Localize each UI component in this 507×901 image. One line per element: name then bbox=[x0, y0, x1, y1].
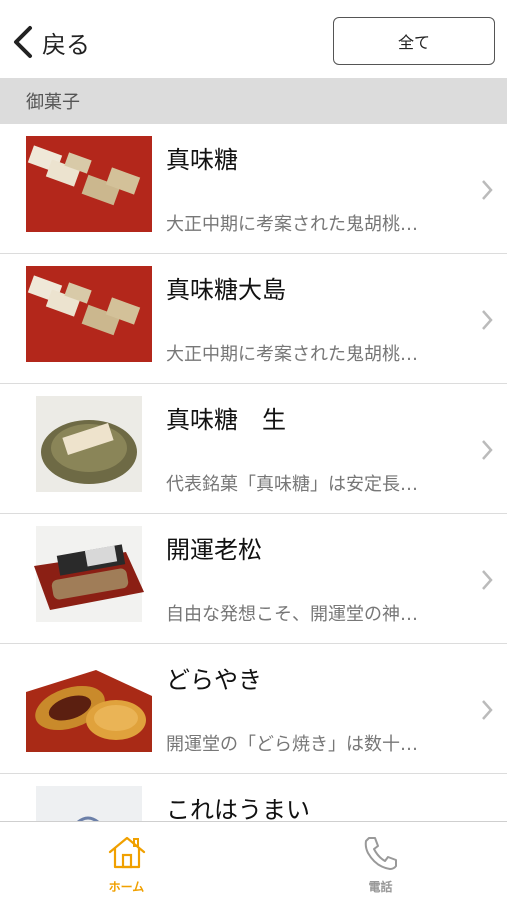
tab-phone-label: 電話 bbox=[368, 880, 393, 894]
section-header: 御菓子 bbox=[0, 78, 507, 124]
list-item[interactable]: 真味糖 生 代表銘菓「真味糖」は安定長… bbox=[0, 384, 507, 514]
chevron-right-icon bbox=[482, 700, 493, 720]
header-bar: 戻る 全て bbox=[0, 0, 507, 78]
chevron-right-icon bbox=[482, 180, 493, 200]
product-image bbox=[26, 136, 152, 232]
back-label: 戻る bbox=[42, 30, 90, 59]
list-item[interactable]: どらやき 開運堂の「どら焼き」は数十… bbox=[0, 644, 507, 774]
chevron-right-icon bbox=[482, 570, 493, 590]
item-title: 真味糖大島 bbox=[166, 276, 286, 304]
item-title: 真味糖 生 bbox=[166, 406, 286, 434]
item-description: 開運堂の「どら焼き」は数十… bbox=[166, 734, 418, 755]
section-title: 御菓子 bbox=[26, 92, 80, 113]
list-item[interactable]: 真味糖大島 大正中期に考案された鬼胡桃… bbox=[0, 254, 507, 384]
list-item[interactable]: 真味糖 大正中期に考案された鬼胡桃… bbox=[0, 124, 507, 254]
tab-bar: ホーム 電話 bbox=[0, 821, 507, 900]
product-image bbox=[26, 786, 152, 821]
home-icon bbox=[108, 836, 145, 869]
product-image bbox=[26, 396, 152, 492]
chevron-right-icon bbox=[482, 440, 493, 460]
item-description: 大正中期に考案された鬼胡桃… bbox=[166, 214, 418, 235]
list-item[interactable]: 開運老松 自由な発想こそ、開運堂の神… bbox=[0, 514, 507, 644]
tab-home-label: ホーム bbox=[108, 880, 145, 894]
item-title: これはうまい bbox=[166, 796, 310, 821]
product-image bbox=[26, 526, 152, 622]
product-image bbox=[26, 656, 152, 752]
chevron-left-icon bbox=[14, 26, 32, 58]
tab-phone[interactable]: 電話 bbox=[254, 822, 507, 901]
item-description: 代表銘菓「真味糖」は安定長… bbox=[166, 474, 418, 495]
phone-icon bbox=[364, 837, 397, 870]
item-title: どらやき bbox=[166, 666, 262, 694]
list-item[interactable]: これはうまい bbox=[0, 774, 507, 821]
tab-home[interactable]: ホーム bbox=[0, 822, 253, 901]
item-title: 開運老松 bbox=[166, 536, 262, 564]
product-list: 真味糖 大正中期に考案された鬼胡桃… 真味糖大島 大正中期に考案された鬼胡桃… bbox=[0, 124, 507, 821]
product-image bbox=[26, 266, 152, 362]
all-button[interactable]: 全て bbox=[333, 17, 495, 65]
item-description: 大正中期に考案された鬼胡桃… bbox=[166, 344, 418, 365]
chevron-right-icon bbox=[482, 310, 493, 330]
item-description: 自由な発想こそ、開運堂の神… bbox=[166, 604, 418, 625]
item-title: 真味糖 bbox=[166, 146, 238, 174]
back-button[interactable]: 戻る bbox=[12, 22, 90, 62]
